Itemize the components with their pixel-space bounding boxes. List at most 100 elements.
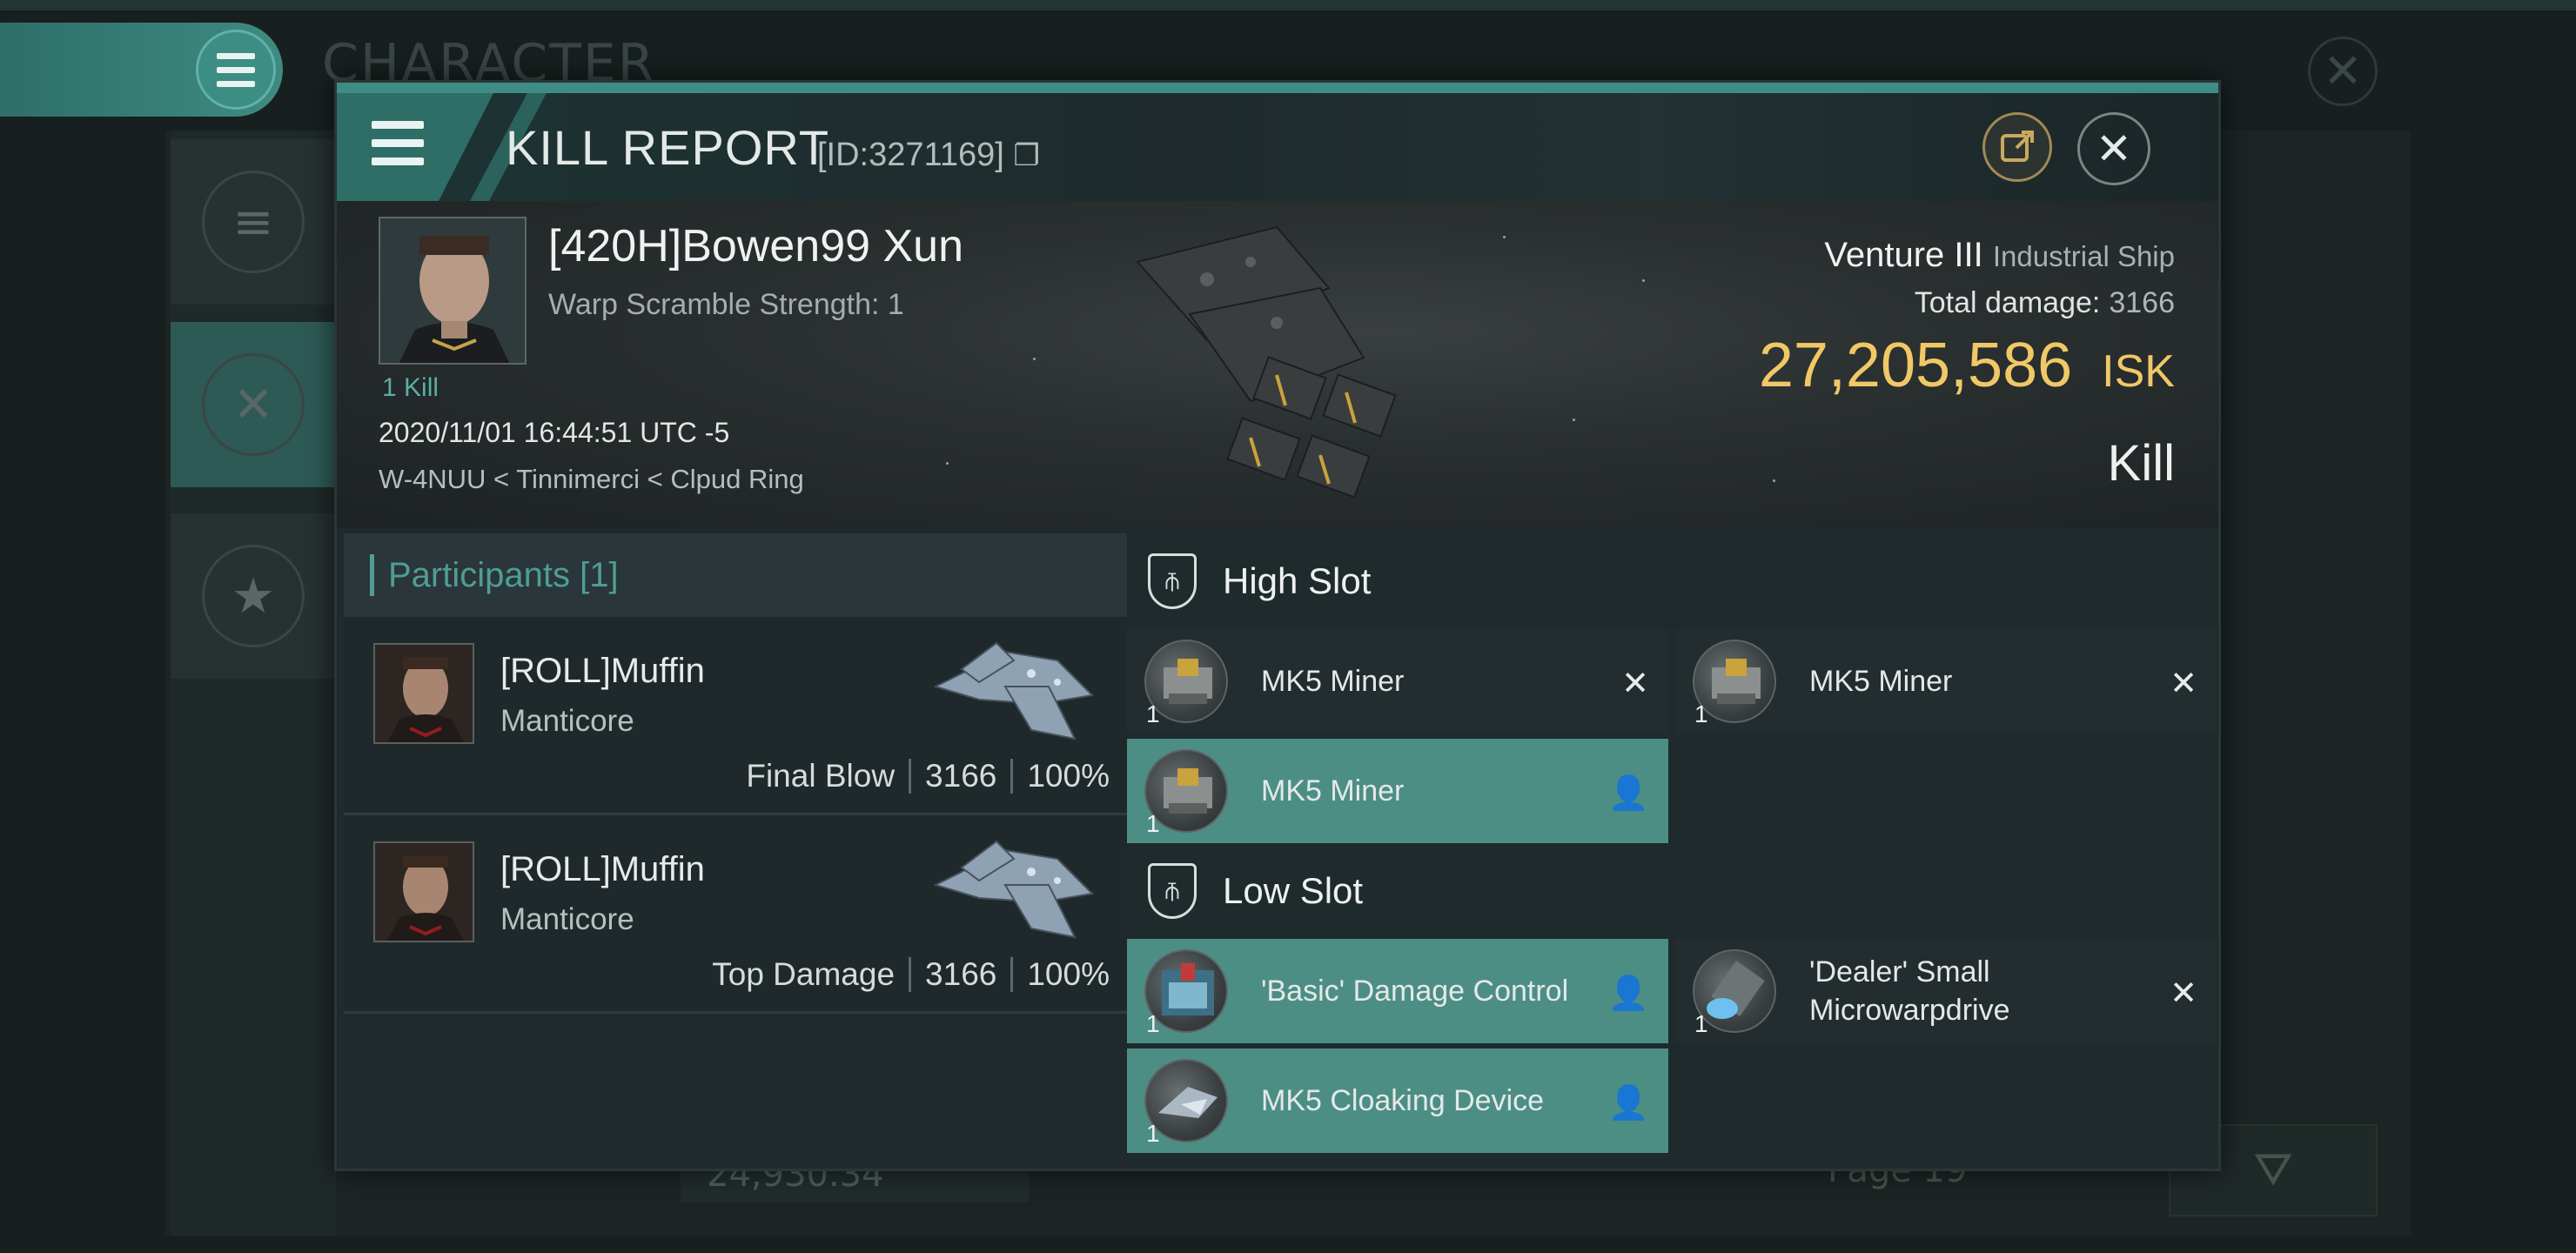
participant-role: Final Blow	[746, 758, 896, 794]
module-quantity: 1	[1694, 1010, 1708, 1037]
background-close-button[interactable]: ✕	[2308, 37, 2378, 106]
kill-report-modal: KILL REPORT [ID:3271169] ❐ ✕ [420H]Bowen…	[334, 80, 2221, 1171]
participants-panel: Participants [1] [ROLL]Muffin Manticore	[344, 533, 1127, 1169]
module-name: MK5 Miner	[1261, 774, 1405, 807]
module-name: 'Basic' Damage Control	[1261, 975, 1569, 1008]
participant-percent: 100%	[1027, 956, 1110, 992]
module-item[interactable]: 1 'Basic' Damage Control 👤	[1127, 939, 1668, 1043]
participant-portrait[interactable]	[373, 643, 474, 744]
participant-ship-image	[933, 641, 1095, 740]
kill-datetime: 2020/11/01 16:44:51 UTC -5	[379, 417, 730, 448]
sidebar-item-combat[interactable]: ✕	[171, 322, 336, 487]
destroyed-icon: ✕	[2170, 664, 2197, 702]
module-item[interactable]: 1 'Dealer' Small Microwarpdrive ✕	[1675, 939, 2217, 1043]
participant-percent: 100%	[1027, 758, 1110, 794]
kill-location[interactable]: W-4NUU < Tinnimerci < Clpud Ring	[379, 464, 804, 495]
module-item[interactable]: 1 MK5 Miner ✕	[1675, 629, 2217, 734]
kill-type-label: Kill	[2107, 435, 2175, 492]
list-icon: ≡	[202, 171, 305, 273]
star-icon: ★	[202, 545, 305, 647]
kill-report-id-text: [ID:3271169]	[817, 137, 1004, 173]
participant-name[interactable]: [ROLL]Muffin	[500, 850, 705, 889]
main-menu-button[interactable]	[0, 23, 283, 117]
sidebar-item-list[interactable]: ≡	[171, 139, 336, 305]
participant-stats: Top Damage 3166 100%	[712, 956, 1110, 993]
module-item[interactable]: 1 MK5 Miner ✕	[1127, 629, 1668, 734]
victim-kill-count: 1 Kill	[382, 373, 439, 402]
menu-icon	[372, 121, 424, 165]
stat-divider	[909, 957, 912, 992]
share-button[interactable]	[1982, 112, 2052, 182]
dropped-person-icon: 👤	[1607, 774, 1649, 812]
participant-ship: Manticore	[500, 902, 634, 936]
top-bar	[0, 0, 2576, 10]
participant-stats: Final Blow 3166 100%	[746, 758, 1110, 794]
high-slot-grid: 1 MK5 Miner ✕ 1 MK5 Miner ✕ 1 MK5 Miner …	[1127, 629, 2218, 843]
participants-header: Participants [1]	[344, 533, 1127, 617]
module-item[interactable]: 1 MK5 Miner 👤	[1127, 739, 1668, 843]
fitting-panel: ⫚ High Slot 1 MK5 Miner ✕ 1 MK5 Miner ✕	[1127, 533, 2218, 1169]
victim-portrait[interactable]	[379, 217, 527, 365]
victim-name[interactable]: [420H]Bowen99 Xun	[548, 220, 963, 272]
victim-banner: [420H]Bowen99 Xun Warp Scramble Strength…	[337, 201, 2218, 528]
participant-portrait[interactable]	[373, 841, 474, 942]
stat-divider	[1010, 759, 1014, 794]
low-slot-icon: ⫚	[1148, 863, 1197, 919]
participant-ship: Manticore	[500, 704, 634, 738]
module-quantity: 1	[1146, 700, 1160, 727]
module-name: 'Dealer' Small Microwarpdrive	[1809, 955, 2010, 1027]
low-slot-grid: 1 'Basic' Damage Control 👤 1 'Dealer' Sm…	[1127, 939, 2218, 1153]
participant-ship-image	[933, 840, 1095, 939]
high-slot-label: High Slot	[1223, 560, 1372, 601]
module-name: MK5 Miner	[1261, 665, 1405, 698]
filter-icon: ⛛	[2253, 1142, 2293, 1196]
menu-icon	[196, 30, 276, 110]
module-quantity: 1	[1146, 810, 1160, 837]
module-quantity: 1	[1694, 700, 1708, 727]
low-slot-label: Low Slot	[1223, 870, 1364, 911]
share-icon	[2001, 131, 2034, 162]
stat-divider	[909, 759, 912, 794]
isk-amount: 27,205,586	[1758, 331, 2073, 400]
participant-row[interactable]: [ROLL]Muffin Manticore Top Damage 3166 1…	[344, 815, 1127, 1014]
close-button[interactable]: ✕	[2077, 112, 2150, 185]
warp-scramble-strength: Warp Scramble Strength: 1	[548, 288, 904, 321]
total-damage: Total damage: 3166	[1915, 286, 2175, 320]
module-item[interactable]: 1 MK5 Cloaking Device 👤	[1127, 1049, 1668, 1153]
crossed-swords-icon: ✕	[202, 353, 305, 456]
sidebar-item-medals[interactable]: ★	[171, 513, 336, 679]
high-slot-header: ⫚ High Slot	[1127, 533, 2218, 629]
isk-unit: ISK	[2102, 346, 2175, 397]
participants-header-label: Participants [1]	[388, 555, 619, 594]
participant-name[interactable]: [ROLL]Muffin	[500, 652, 705, 691]
destroyed-icon: ✕	[2170, 974, 2197, 1012]
participant-damage: 3166	[925, 956, 997, 992]
modal-title: KILL REPORT	[506, 120, 830, 175]
dropped-person-icon: 👤	[1607, 1083, 1649, 1122]
module-name: MK5 Miner	[1809, 665, 1953, 698]
participant-row[interactable]: [ROLL]Muffin Manticore Final Blow 3166 1…	[344, 617, 1127, 815]
copy-icon[interactable]: ❐	[1013, 139, 1039, 172]
victim-ship-class: Industrial Ship	[1992, 240, 2175, 272]
close-icon: ✕	[2096, 124, 2132, 174]
module-quantity: 1	[1146, 1010, 1160, 1037]
header-marker	[370, 554, 374, 596]
participant-damage: 3166	[925, 758, 997, 794]
high-slot-icon: ⫚	[1148, 553, 1197, 609]
isk-value: 27,205,586 ISK	[1759, 330, 2175, 401]
modal-header: KILL REPORT [ID:3271169] ❐ ✕	[337, 93, 2218, 201]
module-quantity: 1	[1146, 1120, 1160, 1147]
victim-ship[interactable]: Venture III Industrial Ship	[1824, 236, 2175, 275]
dropped-person-icon: 👤	[1607, 974, 1649, 1012]
participant-role: Top Damage	[712, 956, 896, 992]
total-damage-value: 3166	[2109, 286, 2175, 319]
low-slot-header: ⫚ Low Slot	[1127, 843, 2218, 939]
kill-report-id[interactable]: [ID:3271169] ❐	[817, 137, 1040, 174]
module-name: MK5 Cloaking Device	[1261, 1084, 1545, 1117]
modal-accent-line	[337, 83, 2218, 93]
victim-ship-name: Venture III	[1824, 236, 1983, 274]
total-damage-label: Total damage:	[1914, 286, 2101, 319]
stat-divider	[1010, 957, 1014, 992]
modal-menu-button[interactable]	[337, 93, 493, 201]
empty-slot	[1675, 1049, 2217, 1153]
